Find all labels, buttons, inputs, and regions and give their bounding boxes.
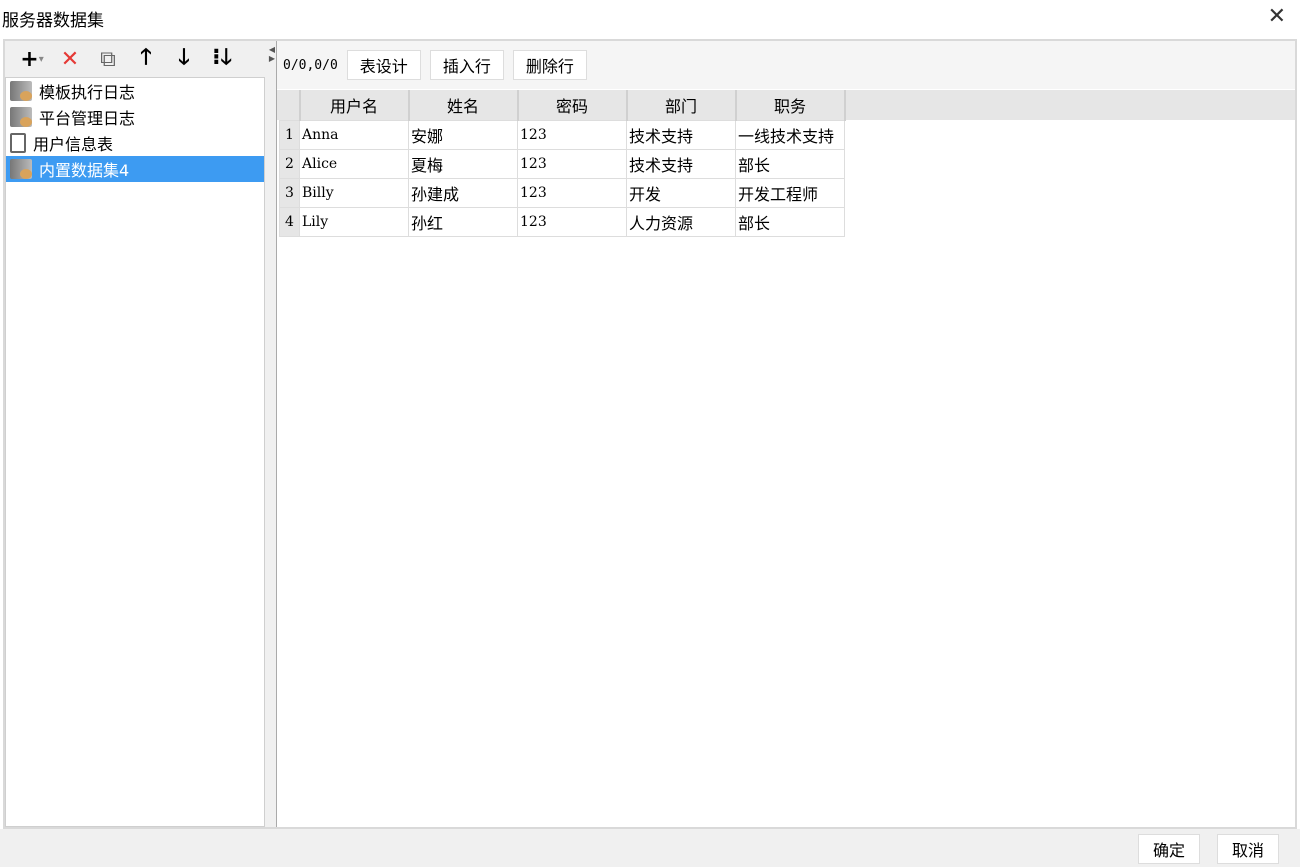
table-db-icon — [10, 133, 26, 153]
table-cell[interactable]: 开发 — [626, 177, 736, 208]
builtin-dataset-icon — [10, 159, 32, 179]
row-number[interactable]: 3 — [279, 177, 300, 208]
tree-item-platform-log[interactable]: 平台管理日志 — [6, 104, 264, 130]
copy-icon: ⧉ — [100, 46, 116, 72]
move-up-button[interactable]: 🡑 — [129, 44, 163, 74]
tree-item-builtin-dataset[interactable]: 内置数据集4 — [6, 156, 264, 182]
table-row: 2 Alice 夏梅 123 技术支持 部长 — [279, 148, 845, 179]
table-cell[interactable]: 夏梅 — [408, 148, 518, 179]
move-down-button[interactable]: 🡓 — [167, 44, 201, 74]
dataset-panel: + ▾ ✕ ⧉ 🡑 🡓 ⁝🡓 模板执行日志 平台管理日志 用户信息表 内置数据集4 — [5, 41, 267, 827]
tree-item-label: 模板执行日志 — [39, 83, 136, 102]
table-cell[interactable]: 孙红 — [408, 206, 518, 237]
delete-dataset-button[interactable]: ✕ — [53, 44, 87, 74]
row-number[interactable]: 2 — [279, 148, 300, 179]
tree-item-label: 平台管理日志 — [39, 109, 136, 128]
row-number[interactable]: 4 — [279, 206, 300, 237]
row-number[interactable]: 1 — [279, 119, 300, 150]
tree-item-label: 内置数据集4 — [39, 161, 130, 180]
table-row: 4 Lily 孙红 123 人力资源 部长 — [279, 206, 845, 237]
dialog-body: + ▾ ✕ ⧉ 🡑 🡓 ⁝🡓 模板执行日志 平台管理日志 用户信息表 内置数据集4… — [3, 39, 1297, 829]
delete-icon: ✕ — [60, 46, 80, 72]
table-cell[interactable]: 人力资源 — [626, 206, 736, 237]
delete-row-button[interactable]: 删除行 — [512, 50, 587, 80]
arrow-up-icon: 🡑 — [140, 45, 152, 70]
insert-row-button[interactable]: 插入行 — [429, 50, 504, 80]
table-row: 1 Anna 安娜 123 技术支持 一线技术支持 — [279, 119, 845, 150]
table-cell[interactable]: 123 — [517, 177, 627, 208]
table-cell[interactable]: 123 — [517, 119, 627, 150]
table-cell[interactable]: 部长 — [735, 148, 845, 179]
dataset-tree: 模板执行日志 平台管理日志 用户信息表 内置数据集4 — [5, 77, 265, 827]
corner-cell — [279, 90, 301, 120]
tree-item-user-info[interactable]: 用户信息表 — [6, 130, 264, 156]
column-header[interactable]: 用户名 — [299, 90, 410, 120]
copy-dataset-button[interactable]: ⧉ — [91, 44, 125, 74]
table-cell[interactable]: 一线技术支持 — [735, 119, 845, 150]
server-db-icon — [10, 81, 32, 101]
table-cell[interactable]: Lily — [299, 206, 409, 237]
table-cell[interactable]: Billy — [299, 177, 409, 208]
table-cell[interactable]: Anna — [299, 119, 409, 150]
close-icon[interactable]: ✕ — [1268, 4, 1286, 29]
table-cell[interactable]: 部长 — [735, 206, 845, 237]
footer — [0, 829, 1300, 867]
column-header[interactable]: 密码 — [517, 90, 628, 120]
arrow-down-icon: 🡓 — [178, 45, 190, 70]
table-cell[interactable]: 123 — [517, 206, 627, 237]
data-editor-panel: 0/0,0/0 表设计 插入行 删除行 用户名 姓名 密码 部门 职务 1 Ann… — [276, 41, 1295, 827]
editor-toolbar: 0/0,0/0 表设计 插入行 删除行 — [277, 41, 1295, 89]
table-design-button[interactable]: 表设计 — [346, 50, 421, 80]
tree-item-label: 用户信息表 — [33, 135, 114, 154]
column-header[interactable]: 职务 — [735, 90, 846, 120]
cancel-button[interactable]: 取消 — [1217, 834, 1279, 864]
add-dataset-button[interactable]: + ▾ — [15, 44, 49, 74]
tree-item-template-log[interactable]: 模板执行日志 — [6, 78, 264, 104]
plus-icon: + — [20, 46, 39, 72]
table-cell[interactable]: 开发工程师 — [735, 177, 845, 208]
data-table: 用户名 姓名 密码 部门 职务 1 Anna 安娜 123 技术支持 一线技术支持 2 Ali… — [279, 90, 846, 237]
cell-position: 0/0,0/0 — [283, 57, 338, 73]
dataset-toolbar: + ▾ ✕ ⧉ 🡑 🡓 ⁝🡓 — [5, 41, 267, 77]
server-db-icon — [10, 107, 32, 127]
column-header[interactable]: 部门 — [626, 90, 737, 120]
ok-button[interactable]: 确定 — [1138, 834, 1200, 864]
sort-button[interactable]: ⁝🡓 — [205, 44, 239, 74]
sort-icon: ⁝🡓 — [212, 45, 232, 70]
table-cell[interactable]: 孙建成 — [408, 177, 518, 208]
table-cell[interactable]: 安娜 — [408, 119, 518, 150]
table-cell[interactable]: 123 — [517, 148, 627, 179]
column-header[interactable]: 姓名 — [408, 90, 519, 120]
window-title: 服务器数据集 — [2, 11, 104, 31]
chevron-down-icon: ▾ — [38, 53, 44, 65]
table-row: 3 Billy 孙建成 123 开发 开发工程师 — [279, 177, 845, 208]
table-cell[interactable]: 技术支持 — [626, 148, 736, 179]
table-cell[interactable]: 技术支持 — [626, 119, 736, 150]
table-cell[interactable]: Alice — [299, 148, 409, 179]
